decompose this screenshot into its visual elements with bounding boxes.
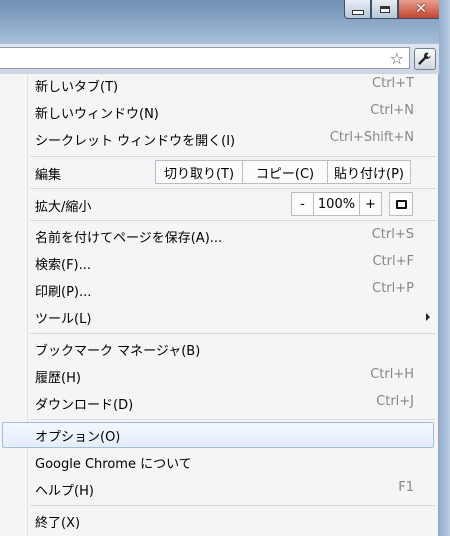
menu-item-label: 履歴(H) bbox=[35, 371, 81, 386]
menu-separator bbox=[30, 188, 435, 189]
menu-item-shortcut: Ctrl+Shift+N bbox=[329, 130, 414, 145]
edit-button-group: 切り取り(T) コピー(C) 貼り付け(P) bbox=[155, 160, 411, 184]
menu-item-help[interactable]: ヘルプ(H) F1 bbox=[2, 476, 434, 502]
menu-item-shortcut: Ctrl+J bbox=[376, 394, 414, 409]
menu-separator bbox=[30, 505, 435, 506]
maximize-icon bbox=[379, 5, 390, 13]
window-border bbox=[439, 0, 450, 536]
menu-item-label: 編集 bbox=[35, 168, 62, 183]
menu-item-about[interactable]: Google Chrome について bbox=[2, 449, 434, 475]
menu-separator bbox=[30, 156, 435, 157]
menu-item-tools[interactable]: ツール(L) bbox=[2, 304, 434, 330]
menu-item-label: ツール(L) bbox=[35, 312, 92, 327]
menu-item-print[interactable]: 印刷(P)... Ctrl+P bbox=[2, 277, 434, 303]
menu-item-label: 拡大/縮小 bbox=[35, 200, 92, 215]
menu-item-shortcut: Ctrl+P bbox=[372, 281, 414, 296]
menu-item-label: ブックマーク マネージャ(B) bbox=[35, 344, 201, 359]
menu-item-exit[interactable]: 終了(X) bbox=[2, 508, 434, 534]
menu-separator bbox=[30, 220, 435, 221]
submenu-arrow-icon bbox=[426, 313, 430, 321]
zoom-controls: - 100% + bbox=[291, 192, 382, 216]
menu-item-label: 新しいウィンドウ(N) bbox=[35, 107, 159, 122]
menu-row-zoom: 拡大/縮小 - 100% + bbox=[2, 190, 434, 218]
menu-item-label: 終了(X) bbox=[35, 516, 81, 531]
menu-item-save-page[interactable]: 名前を付けてページを保存(A)... Ctrl+S bbox=[2, 223, 434, 249]
menu-item-new-tab[interactable]: 新しいタブ(T) Ctrl+T bbox=[2, 72, 434, 98]
menu-item-label: 検索(F)... bbox=[35, 258, 92, 273]
menu-separator bbox=[30, 333, 435, 334]
zoom-out-button[interactable]: - bbox=[291, 192, 314, 216]
omnibox[interactable]: ☆ bbox=[0, 47, 410, 69]
fullscreen-button[interactable] bbox=[389, 192, 413, 216]
cut-button[interactable]: 切り取り(T) bbox=[155, 160, 243, 184]
menu-item-label: シークレット ウィンドウを開く(I) bbox=[35, 134, 236, 149]
window-controls: ✕ bbox=[344, 0, 444, 26]
menu-item-shortcut: Ctrl+T bbox=[372, 76, 414, 91]
close-icon: ✕ bbox=[415, 1, 427, 17]
zoom-in-button[interactable]: + bbox=[359, 192, 382, 216]
fullscreen-group bbox=[389, 192, 413, 216]
bookmark-star-icon[interactable]: ☆ bbox=[390, 49, 404, 68]
menu-item-label: オプション(O) bbox=[35, 430, 121, 445]
menu-item-label: ヘルプ(H) bbox=[35, 484, 94, 499]
paste-button[interactable]: 貼り付け(P) bbox=[327, 160, 411, 184]
menu-item-shortcut: Ctrl+F bbox=[372, 254, 414, 269]
menu-item-label: ダウンロード(D) bbox=[35, 398, 134, 413]
fullscreen-icon bbox=[395, 199, 407, 209]
menu-item-label: Google Chrome について bbox=[35, 457, 192, 472]
close-button[interactable]: ✕ bbox=[398, 0, 444, 19]
menu-item-bookmark-manager[interactable]: ブックマーク マネージャ(B) bbox=[2, 336, 434, 362]
menu-item-find[interactable]: 検索(F)... Ctrl+F bbox=[2, 250, 434, 276]
wrench-menu: 新しいタブ(T) Ctrl+T 新しいウィンドウ(N) Ctrl+N シークレッ… bbox=[0, 74, 439, 536]
menu-item-history[interactable]: 履歴(H) Ctrl+H bbox=[2, 363, 434, 389]
menu-item-incognito[interactable]: シークレット ウィンドウを開く(I) Ctrl+Shift+N bbox=[2, 126, 434, 152]
maximize-button[interactable] bbox=[371, 0, 398, 19]
menu-item-shortcut: Ctrl+S bbox=[371, 227, 414, 242]
menu-item-shortcut: Ctrl+H bbox=[370, 367, 414, 382]
menu-item-shortcut: Ctrl+N bbox=[370, 103, 414, 118]
menu-separator bbox=[30, 419, 435, 420]
menu-item-shortcut: F1 bbox=[398, 480, 414, 495]
toolbar: ☆ bbox=[0, 44, 439, 75]
wrench-icon bbox=[418, 52, 431, 65]
copy-button[interactable]: コピー(C) bbox=[242, 160, 328, 184]
menu-item-label: 名前を付けてページを保存(A)... bbox=[35, 231, 223, 246]
menu-row-edit: 編集 切り取り(T) コピー(C) 貼り付け(P) bbox=[2, 158, 434, 186]
menu-item-downloads[interactable]: ダウンロード(D) Ctrl+J bbox=[2, 390, 434, 416]
menu-item-options[interactable]: オプション(O) bbox=[2, 422, 434, 448]
minimize-button[interactable] bbox=[344, 0, 371, 19]
menu-item-label: 新しいタブ(T) bbox=[35, 80, 119, 95]
zoom-level: 100% bbox=[313, 192, 360, 216]
wrench-menu-button[interactable] bbox=[414, 48, 436, 70]
menu-item-label: 印刷(P)... bbox=[35, 285, 92, 300]
minimize-icon bbox=[351, 9, 364, 15]
menu-item-new-window[interactable]: 新しいウィンドウ(N) Ctrl+N bbox=[2, 99, 434, 125]
